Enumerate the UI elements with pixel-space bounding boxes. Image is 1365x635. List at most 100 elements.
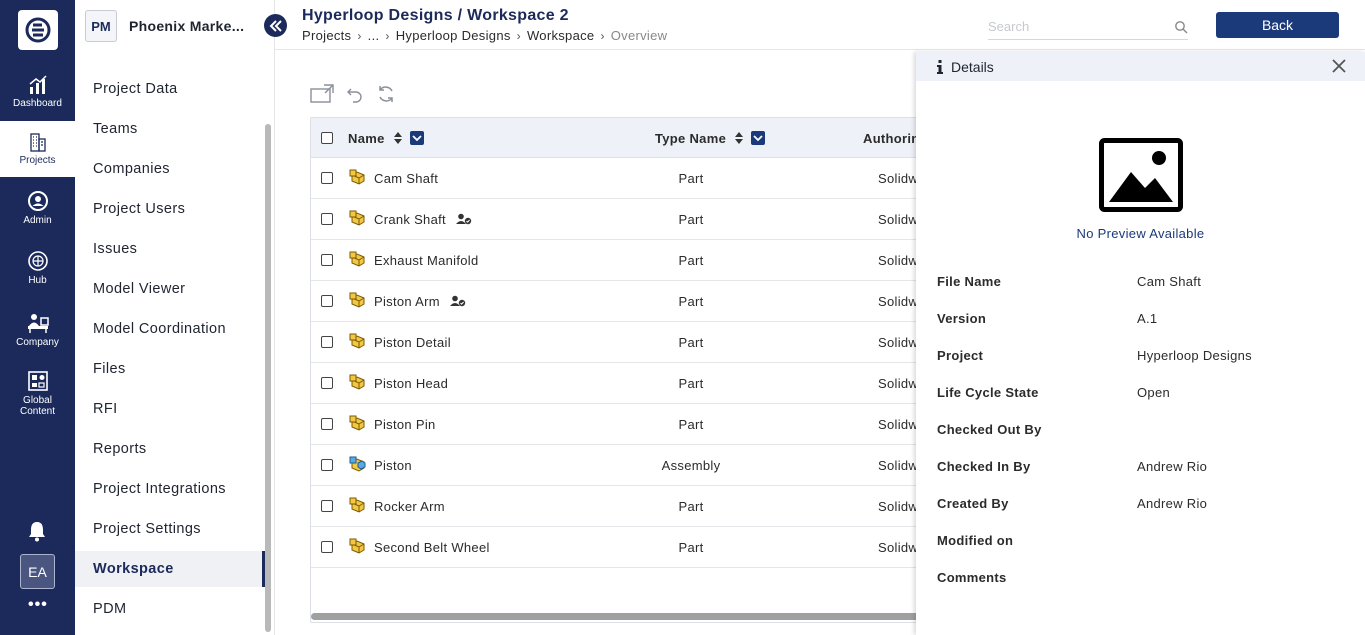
top-bar: Hyperloop Designs / Workspace 2 Projects… [275,0,1365,50]
rail-item-company[interactable]: Company [0,302,75,358]
nav-item-project-settings[interactable]: Project Settings [75,511,265,547]
select-all-checkbox[interactable] [321,132,333,144]
part-icon [349,374,367,392]
detail-row-checked-in-by: Checked In By Andrew Rio [937,459,1357,479]
details-panel: Details No Preview Available File Name Ca… [916,52,1365,635]
file-name[interactable]: Piston Arm [374,294,440,309]
cell-type: Assembly [641,445,741,485]
breadcrumb-ellipsis[interactable]: ... [368,28,380,43]
collapse-sidebar-button[interactable] [264,14,287,37]
rail-item-global-content[interactable]: Global Content [0,362,75,424]
table-row[interactable]: Crank Shaft Part Solidw [311,199,929,240]
rail-item-hub[interactable]: Hub [0,240,75,296]
table-row[interactable]: Cam Shaft Part Solidw [311,158,929,199]
nav-item-companies[interactable]: Companies [75,151,265,187]
rail-item-dashboard[interactable]: Dashboard [0,64,75,120]
sort-icon[interactable] [393,131,403,145]
row-checkbox[interactable] [321,541,333,553]
more-icon[interactable]: ••• [28,596,48,614]
nav-item-model-coordination[interactable]: Model Coordination [75,311,265,347]
file-name[interactable]: Piston Head [374,376,448,391]
rail-item-admin[interactable]: Admin [0,180,75,236]
table-row[interactable]: Rocker Arm Part Solidw [311,486,929,527]
nav-item-teams[interactable]: Teams [75,111,265,147]
cell-type: Part [641,158,741,198]
table-row[interactable]: Piston Pin Part Solidw [311,404,929,445]
cell-name: Piston Arm [349,281,466,321]
search-icon[interactable] [1174,20,1188,34]
project-header[interactable]: PM Phoenix Marke... [85,8,275,44]
nav-scrollbar-thumb[interactable] [265,124,271,632]
row-checkbox[interactable] [321,459,333,471]
table-row[interactable]: Piston Arm Part Solidw [311,281,929,322]
authoring-app: Solidw [878,498,919,514]
table-toolbar [310,84,396,104]
back-button[interactable]: Back [1216,12,1339,38]
breadcrumb-project[interactable]: Hyperloop Designs [396,28,511,43]
file-name[interactable]: Piston Detail [374,335,451,350]
filter-dropdown-icon[interactable] [751,131,766,145]
table-row[interactable]: Second Belt Wheel Part Solidw [311,527,929,568]
nav-item-project-data[interactable]: Project Data [75,71,265,107]
bell-icon[interactable] [26,520,48,547]
column-header-name[interactable]: Name [348,118,424,158]
search-input[interactable] [988,19,1158,34]
file-name[interactable]: Second Belt Wheel [374,540,490,555]
nav-item-rfi[interactable]: RFI [75,391,265,427]
column-label: Type Name [655,130,727,146]
nav-item-pdm[interactable]: PDM [75,591,265,627]
nav-item-workspace[interactable]: Workspace [75,551,265,587]
file-name[interactable]: Rocker Arm [374,499,445,514]
detail-label: Life Cycle State [937,385,1039,400]
row-checkbox[interactable] [321,295,333,307]
breadcrumb-workspace[interactable]: Workspace [527,28,594,43]
file-name[interactable]: Piston Pin [374,417,436,432]
filter-dropdown-icon[interactable] [409,131,424,145]
app-logo-icon[interactable] [18,10,58,50]
nav-item-model-viewer[interactable]: Model Viewer [75,271,265,307]
table-row[interactable]: Exhaust Manifold Part Solidw [311,240,929,281]
row-checkbox[interactable] [321,418,333,430]
part-icon [349,538,367,556]
close-icon[interactable] [1331,58,1347,74]
breadcrumb-projects[interactable]: Projects [302,28,351,43]
nav-item-reports[interactable]: Reports [75,431,265,467]
cell-name: Crank Shaft [349,199,472,239]
table-row[interactable]: Piston Head Part Solidw [311,363,929,404]
row-checkbox[interactable] [321,254,333,266]
cell-authoring: Solidw [878,158,918,198]
table-row[interactable]: Piston Assembly Solidw [311,445,929,486]
row-checkbox[interactable] [321,172,333,184]
nav-item-project-integrations[interactable]: Project Integrations [75,471,265,507]
row-checkbox[interactable] [321,500,333,512]
nav-item-files[interactable]: Files [75,351,265,387]
undo-icon[interactable] [346,85,364,103]
authoring-app: Solidw [878,293,919,309]
column-header-type[interactable]: Type Name [655,118,766,158]
refresh-icon[interactable] [376,84,396,104]
row-checkbox[interactable] [321,377,333,389]
info-icon [937,59,943,74]
detail-row-modified-on: Modified on [937,533,1357,553]
rail-item-projects[interactable]: Projects [0,121,75,177]
table-row[interactable]: Piston Detail Part Solidw [311,322,929,363]
file-name[interactable]: Piston [374,458,412,473]
row-checkbox[interactable] [321,213,333,225]
avatar[interactable]: EA [20,554,55,589]
file-name[interactable]: Exhaust Manifold [374,253,479,268]
nav-item-issues[interactable]: Issues [75,231,265,267]
open-external-icon[interactable] [310,84,334,104]
file-name[interactable]: Crank Shaft [374,212,446,227]
part-icon [349,292,367,310]
table-header: Name Type Name Authoring [311,118,929,158]
detail-label: Comments [937,570,1007,585]
file-name[interactable]: Cam Shaft [374,171,438,186]
table-horizontal-scrollbar[interactable] [311,613,929,620]
breadcrumb-current: Overview [610,28,668,43]
type-name: Assembly [661,457,721,473]
column-label: Name [348,130,385,146]
sort-icon[interactable] [734,131,744,145]
type-name: Part [678,252,704,268]
row-checkbox[interactable] [321,336,333,348]
nav-item-project-users[interactable]: Project Users [75,191,265,227]
